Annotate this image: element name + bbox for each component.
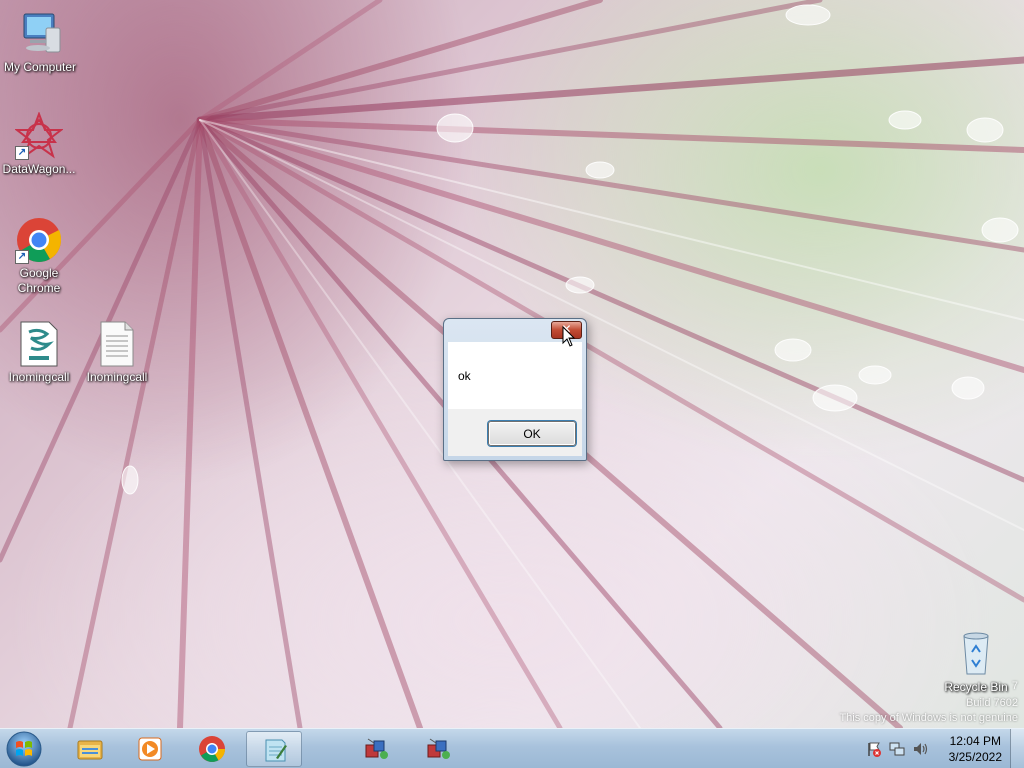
- show-desktop-button[interactable]: [1010, 729, 1024, 768]
- desktop-icon-inomingcall-script[interactable]: Inomingcall: [0, 320, 79, 385]
- chrome-icon: ↗: [15, 216, 63, 264]
- dialog-message: ok: [458, 369, 471, 383]
- datawagon-icon: ↗: [14, 111, 64, 160]
- taskbar-media-player[interactable]: [122, 731, 178, 767]
- not-genuine-watermark: This copy of Windows is not genuine: [839, 712, 1018, 724]
- desktop-icon-inomingcall-text[interactable]: Inomingcall: [77, 320, 157, 385]
- vb-app-icon: [427, 738, 450, 759]
- system-tray: 12:04 PM 3/25/2022: [854, 729, 1024, 768]
- windows-edition-watermark: 7: [1011, 680, 1018, 692]
- taskbar-clock[interactable]: 12:04 PM 3/25/2022: [949, 733, 1002, 765]
- shortcut-arrow-icon: ↗: [15, 146, 29, 160]
- dialog-message-area: ok: [448, 342, 582, 409]
- taskbar-vb-app-1[interactable]: [348, 731, 404, 767]
- clock-date: 3/25/2022: [948, 750, 1002, 764]
- shortcut-arrow-icon: ↗: [15, 250, 29, 264]
- taskbar: 12:04 PM 3/25/2022: [0, 728, 1024, 768]
- desktop-icon-label: My Computer: [3, 60, 77, 74]
- desktop-icon-recycle-bin[interactable]: Recycle Bin: [936, 630, 1016, 695]
- recycle-bin-icon: [952, 630, 1000, 678]
- computer-icon: [16, 10, 64, 58]
- desktop-icon-label: Google Chrome: [17, 266, 61, 295]
- mouse-cursor-icon: [562, 326, 576, 347]
- media-player-icon: [138, 737, 162, 761]
- file-explorer-icon: [77, 740, 103, 760]
- windows-start-icon: [6, 731, 42, 767]
- notepad-icon: [265, 739, 287, 762]
- script-file-icon: [15, 320, 63, 368]
- taskbar-vb-app-2[interactable]: [410, 731, 466, 767]
- vb-app-icon: [365, 738, 388, 759]
- ok-button[interactable]: OK: [488, 421, 576, 446]
- taskbar-notepad[interactable]: [246, 731, 302, 767]
- action-center-flag-icon[interactable]: [866, 741, 882, 757]
- clock-time: 12:04 PM: [949, 734, 1001, 748]
- start-button[interactable]: [4, 730, 44, 768]
- taskbar-chrome[interactable]: [184, 731, 240, 767]
- desktop-icon-label: Inomingcall: [8, 370, 70, 384]
- network-icon[interactable]: [889, 741, 905, 757]
- desktop-icon-my-computer[interactable]: My Computer: [0, 10, 80, 75]
- desktop-icon-google-chrome[interactable]: ↗ Google Chrome: [0, 216, 79, 296]
- desktop-icon-datawagon[interactable]: ↗ DataWagon...: [0, 111, 79, 177]
- volume-icon[interactable]: [912, 741, 928, 757]
- text-file-icon: [93, 320, 141, 368]
- desktop-icon-label: DataWagon...: [2, 162, 76, 176]
- desktop-icon-label: Inomingcall: [86, 370, 148, 384]
- desktop-icon-label: Recycle Bin: [944, 680, 1008, 694]
- dialog-body: ok OK: [448, 342, 582, 456]
- chrome-icon: [199, 736, 226, 762]
- windows-build-watermark: Build 7602: [966, 697, 1018, 709]
- taskbar-file-explorer[interactable]: [62, 731, 118, 767]
